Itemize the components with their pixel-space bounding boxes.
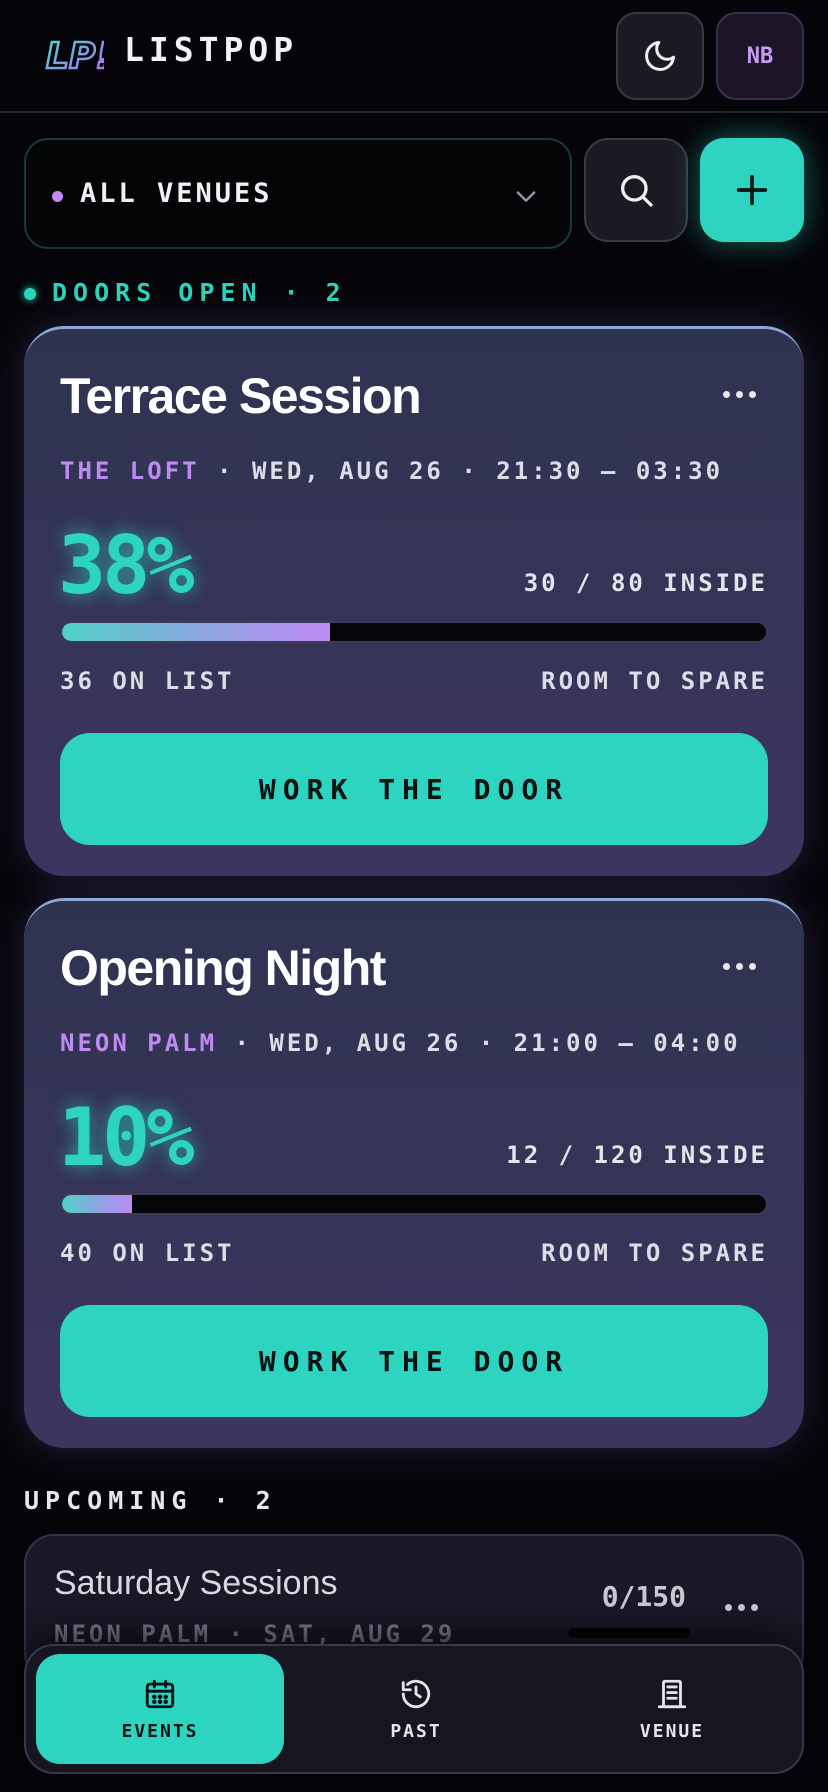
moon-icon [645, 41, 675, 71]
venue-dot [52, 191, 63, 202]
event-details: · WED, AUG 26 · 21:00 — 04:00 [217, 1029, 741, 1057]
capacity-count: 0/150 [601, 1580, 686, 1613]
on-list-count: 40 ON LIST [60, 1239, 235, 1267]
live-indicator-dot [24, 288, 36, 300]
theme-toggle-button[interactable] [616, 12, 704, 100]
section-upcoming: UPCOMING · 2 [24, 1486, 277, 1515]
event-venue: THE LOFT [60, 457, 200, 485]
event-card: Opening Night NEON PALM · WED, AUG 26 · … [24, 898, 804, 1448]
nav-events[interactable]: EVENTS [36, 1654, 284, 1764]
capacity-bar [568, 1628, 690, 1638]
venue-select-value: ALL VENUES [80, 178, 273, 209]
bottom-nav: EVENTS PAST VENUE [24, 1644, 804, 1774]
event-title: Saturday Sessions [54, 1564, 338, 1602]
event-meta: THE LOFT · WED, AUG 26 · 21:30 — 03:30 [60, 457, 723, 485]
event-meta: NEON PALM · WED, AUG 26 · 21:00 — 04:00 [60, 1029, 741, 1057]
event-title: Opening Night [60, 940, 386, 996]
nav-past[interactable]: PAST [292, 1654, 540, 1764]
add-event-button[interactable] [700, 138, 804, 242]
listpop-logo: LP! [44, 30, 113, 79]
capacity-bar-fill [62, 1195, 133, 1213]
work-the-door-button[interactable]: WORK THE DOOR [60, 733, 768, 845]
section-doors-open: DOORS OPEN · 2 [52, 278, 347, 307]
more-horizontal-icon[interactable] [723, 391, 756, 398]
more-horizontal-icon[interactable] [723, 963, 756, 970]
building-icon [657, 1679, 687, 1708]
on-list-count: 36 ON LIST [60, 667, 235, 695]
event-card: Terrace Session THE LOFT · WED, AUG 26 ·… [24, 326, 804, 876]
chevron-down-icon [516, 191, 536, 202]
nav-venue-label: VENUE [639, 1720, 705, 1742]
capacity-percent: 38% [58, 519, 194, 612]
app-title: LISTPOP [124, 30, 299, 69]
app-header: LP! LISTPOP NB [0, 0, 828, 113]
svg-text:LP!: LP! [46, 36, 104, 77]
search-button[interactable] [584, 138, 688, 242]
capacity-inside: 12 / 120 INSIDE [506, 1141, 768, 1169]
nav-past-label: PAST [390, 1720, 442, 1742]
more-horizontal-icon[interactable] [725, 1604, 758, 1611]
plus-icon [736, 174, 768, 206]
search-icon [621, 175, 653, 207]
venue-select[interactable]: ALL VENUES [24, 138, 572, 249]
nav-venue[interactable]: VENUE [548, 1654, 796, 1764]
capacity-bar [60, 621, 768, 643]
calendar-icon [145, 1679, 175, 1708]
event-details: · WED, AUG 26 · 21:30 — 03:30 [199, 457, 724, 485]
room-status: ROOM TO SPARE [541, 1239, 768, 1267]
work-the-door-button[interactable]: WORK THE DOOR [60, 1305, 768, 1417]
user-avatar[interactable]: NB [716, 12, 804, 100]
capacity-bar [60, 1193, 768, 1215]
history-icon [401, 1679, 431, 1708]
capacity-percent: 10% [58, 1091, 194, 1184]
event-title: Terrace Session [60, 368, 422, 424]
capacity-inside: 30 / 80 INSIDE [523, 569, 768, 597]
room-status: ROOM TO SPARE [541, 667, 768, 695]
capacity-bar-fill [62, 623, 330, 641]
event-venue: NEON PALM [60, 1029, 218, 1057]
nav-events-label: EVENTS [121, 1720, 199, 1742]
